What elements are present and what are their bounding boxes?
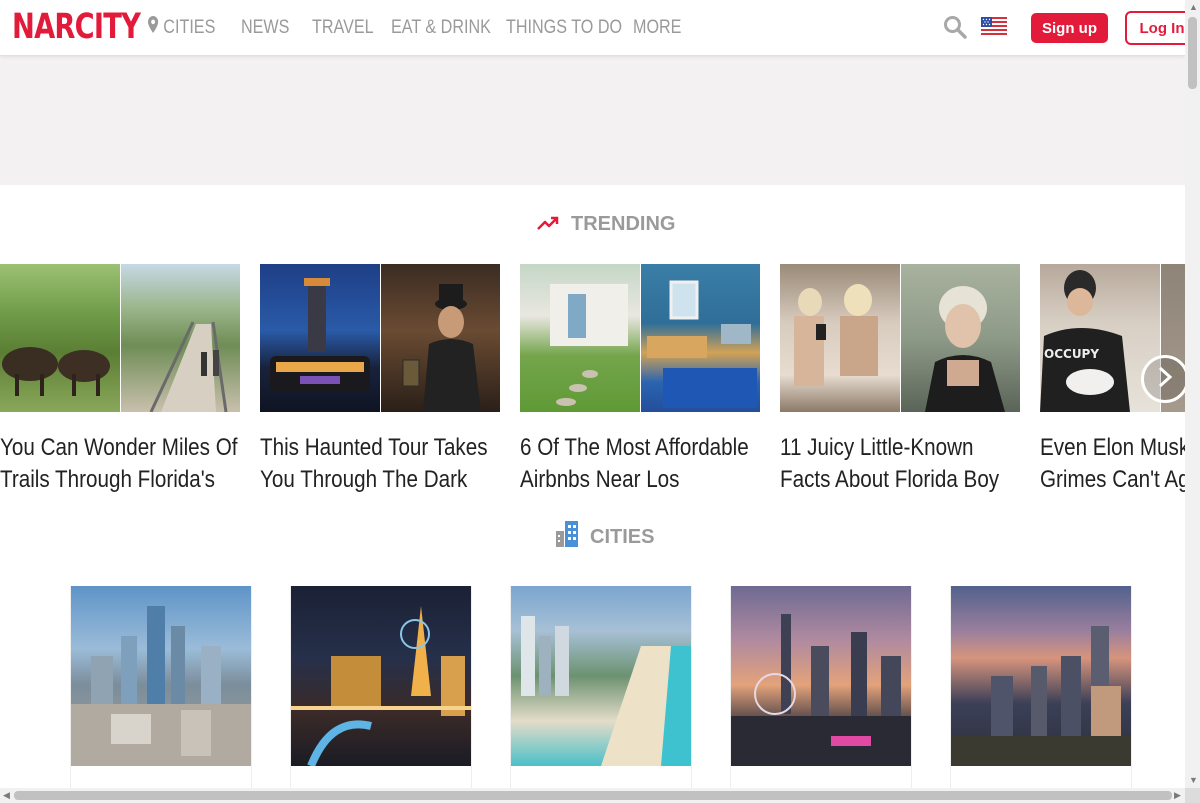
nav-item-things-to-do[interactable]: THINGS TO DO bbox=[506, 17, 622, 39]
city-card[interactable] bbox=[730, 586, 912, 788]
nav-item-news[interactable]: NEWS bbox=[241, 17, 289, 39]
signup-button[interactable]: Sign up bbox=[1031, 13, 1108, 43]
ghost-host-photo bbox=[380, 264, 500, 412]
nav-item-travel[interactable]: TRAVEL bbox=[312, 17, 374, 39]
article-headline[interactable]: Even Elon Musk & Grimes Can't Agree How … bbox=[1040, 432, 1185, 496]
living-room-photo bbox=[640, 264, 760, 412]
scrollbar-corner bbox=[1185, 788, 1200, 803]
scroll-left-icon[interactable]: ◀ bbox=[3, 790, 10, 801]
search-icon[interactable] bbox=[943, 15, 967, 39]
main-nav: CITIES NEWS TRAVEL EAT & DRINK THINGS TO… bbox=[148, 0, 704, 55]
trending-card[interactable]: 6 Of The Most Affordable Airbnbs Near Lo… bbox=[520, 264, 760, 496]
article-thumbnail[interactable] bbox=[780, 264, 1020, 412]
nav-label: THINGS TO DO bbox=[506, 16, 623, 38]
article-headline[interactable]: This Haunted Tour Takes You Through The … bbox=[260, 432, 500, 496]
city-photo bbox=[291, 586, 471, 768]
trending-section-title: TRENDING bbox=[537, 213, 675, 236]
nav-label: EAT & DRINK bbox=[391, 16, 491, 38]
nav-item-cities[interactable]: CITIES bbox=[148, 16, 215, 39]
page-viewport: NARCITY CITIES NEWS TRAVEL EAT & DRINK T… bbox=[0, 0, 1185, 788]
nav-item-more[interactable]: MORE bbox=[633, 17, 681, 39]
nav-label: CITIES bbox=[163, 16, 216, 38]
nav-label: NEWS bbox=[241, 16, 290, 38]
article-headline[interactable]: 6 Of The Most Affordable Airbnbs Near Lo… bbox=[520, 432, 760, 496]
trending-card[interactable]: This Haunted Tour Takes You Through The … bbox=[260, 264, 500, 496]
city-photo bbox=[71, 586, 251, 766]
scroll-down-icon[interactable]: ▼ bbox=[1189, 775, 1198, 785]
city-card[interactable] bbox=[950, 586, 1132, 788]
vertical-scroll-thumb[interactable] bbox=[1188, 17, 1197, 89]
location-pin-icon bbox=[148, 16, 159, 39]
narcity-logo[interactable]: NARCITY bbox=[12, 6, 141, 48]
article-thumbnail[interactable] bbox=[520, 264, 760, 412]
site-header: NARCITY CITIES NEWS TRAVEL EAT & DRINK T… bbox=[0, 0, 1185, 56]
article-thumbnail[interactable] bbox=[0, 264, 240, 412]
svg-text:OCCUPY: OCCUPY bbox=[1044, 347, 1099, 361]
nav-label: TRAVEL bbox=[312, 16, 374, 38]
cottage-garden-photo bbox=[520, 264, 640, 412]
baby-photo: OCCUPY bbox=[1040, 264, 1160, 412]
us-flag-icon[interactable] bbox=[981, 17, 1007, 35]
trending-card[interactable]: You Can Wonder Miles Of Trails Through F… bbox=[0, 264, 240, 496]
nav-label: MORE bbox=[633, 16, 682, 38]
city-photo bbox=[511, 586, 691, 766]
article-thumbnail[interactable] bbox=[260, 264, 500, 412]
carousel-next-button[interactable] bbox=[1141, 355, 1185, 403]
article-headline[interactable]: You Can Wonder Miles Of Trails Through F… bbox=[0, 432, 240, 496]
cities-section-title: CITIES bbox=[556, 521, 654, 553]
section-title-text: TRENDING bbox=[571, 213, 676, 235]
trending-up-icon bbox=[537, 213, 559, 236]
scroll-right-icon[interactable]: ▶ bbox=[1174, 790, 1181, 801]
city-card[interactable] bbox=[70, 586, 252, 788]
ad-banner-area bbox=[0, 56, 1185, 185]
nav-item-eat-drink[interactable]: EAT & DRINK bbox=[391, 17, 491, 39]
section-title-text: CITIES bbox=[590, 525, 655, 548]
city-card[interactable] bbox=[510, 586, 692, 788]
boardwalk-photo bbox=[120, 264, 240, 412]
scroll-up-icon[interactable]: ▲ bbox=[1189, 2, 1198, 12]
trolley-tower-photo bbox=[260, 264, 380, 412]
chevron-right-icon bbox=[1157, 366, 1173, 393]
horizontal-scroll-thumb[interactable] bbox=[14, 791, 1172, 800]
city-card[interactable] bbox=[290, 586, 472, 788]
bison-photo bbox=[0, 264, 120, 412]
trending-card[interactable]: 11 Juicy Little-Known Facts About Florid… bbox=[780, 264, 1020, 496]
login-button[interactable]: Log In bbox=[1125, 11, 1185, 45]
vertical-scrollbar[interactable]: ▲ ▼ bbox=[1185, 0, 1200, 788]
horizontal-scrollbar[interactable]: ◀ ▶ bbox=[0, 788, 1185, 803]
mirror-selfie-photo bbox=[780, 264, 900, 412]
article-headline[interactable]: 11 Juicy Little-Known Facts About Florid… bbox=[780, 432, 1020, 496]
city-photo bbox=[951, 586, 1131, 766]
portrait-photo bbox=[900, 264, 1020, 412]
city-photo bbox=[731, 586, 911, 766]
buildings-icon bbox=[556, 521, 578, 553]
